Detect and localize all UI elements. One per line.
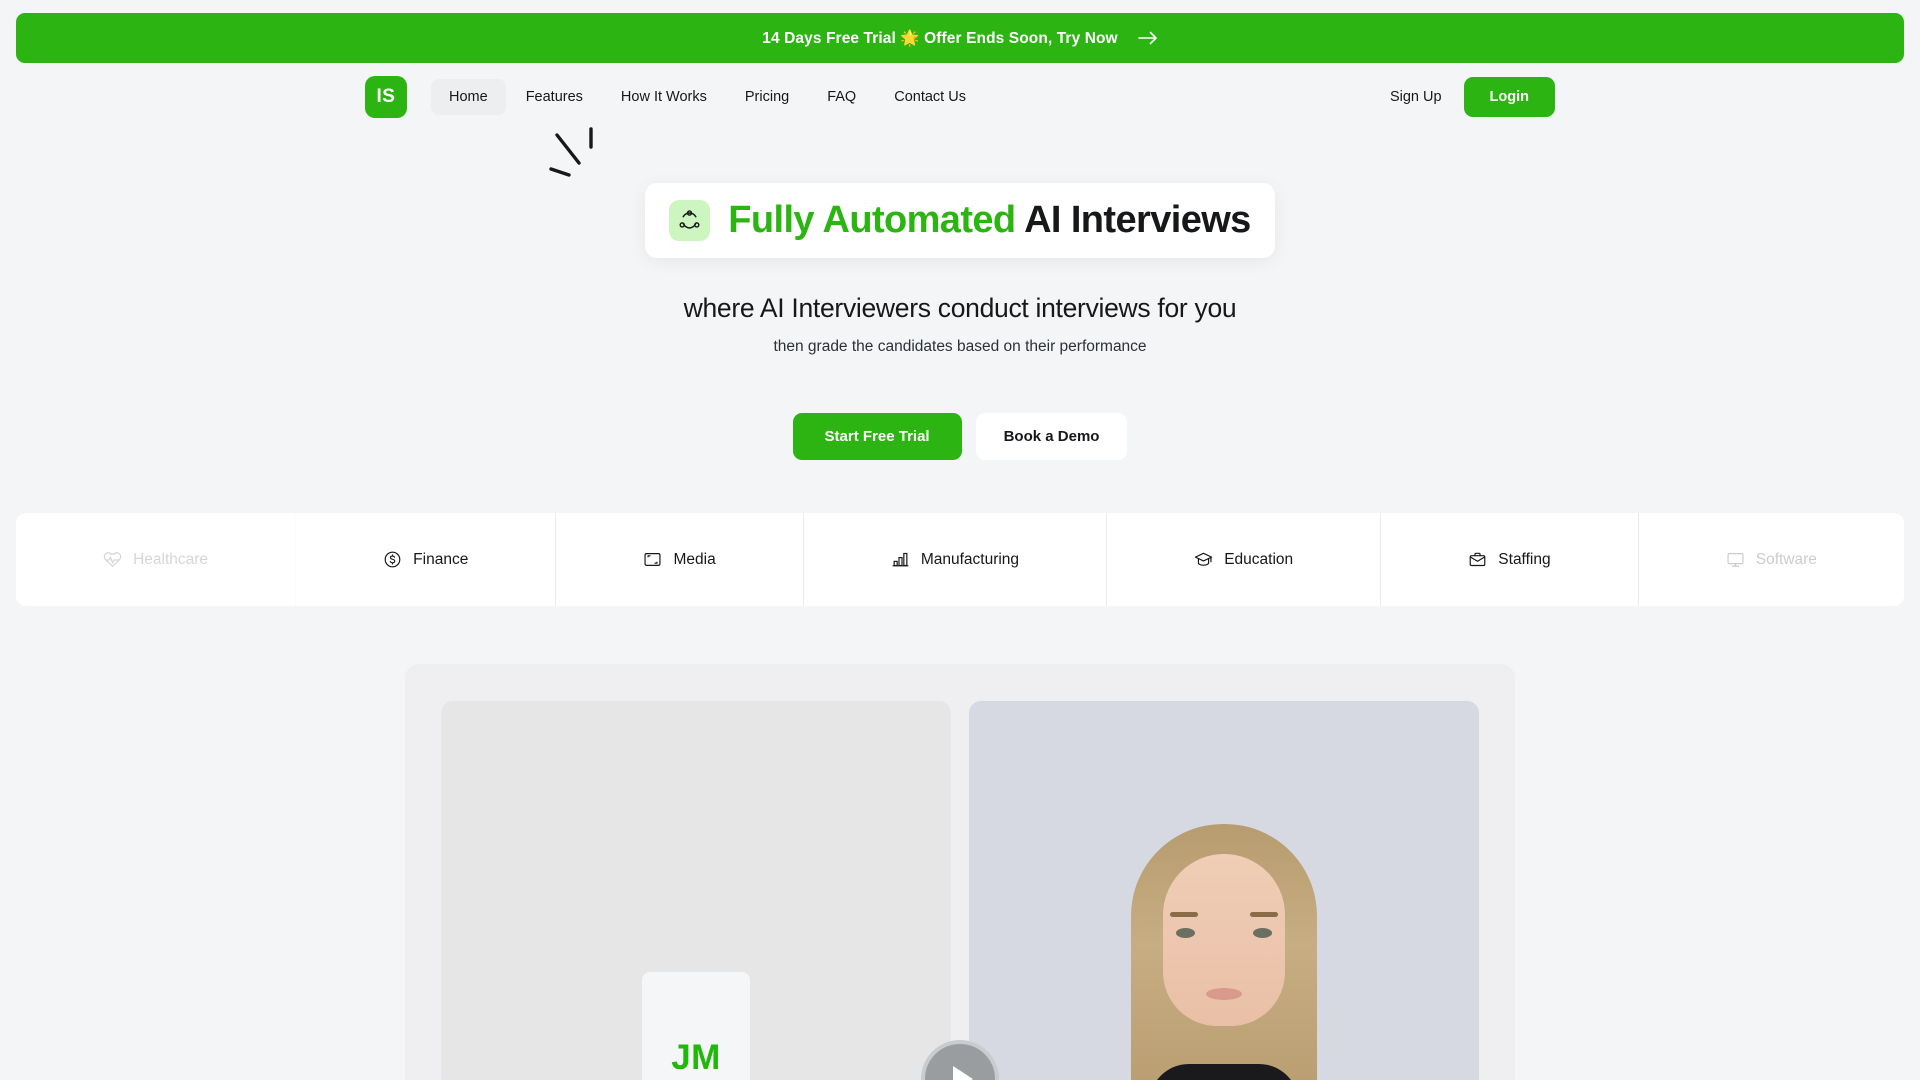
hero-subheading: where AI Interviewers conduct interviews… [683, 293, 1237, 324]
hero-section: Fully Automated AI Interviews where AI I… [0, 127, 1920, 461]
participant-initials: JM [671, 1038, 721, 1078]
promo-banner[interactable]: 14 Days Free Trial 🌟 Offer Ends Soon, Tr… [16, 13, 1904, 63]
briefcase-icon [1468, 550, 1487, 569]
industry-item-media[interactable]: Media [556, 513, 804, 607]
nav-item-contact-us[interactable]: Contact Us [876, 79, 984, 115]
industry-item-healthcare[interactable]: Healthcare [16, 513, 297, 607]
interview-preview-wrapper: JM [0, 664, 1920, 1080]
industry-item-staffing[interactable]: Staffing [1381, 513, 1639, 607]
play-triangle [953, 1066, 973, 1080]
participant-initials-card: JM [642, 972, 750, 1080]
share-nodes-icon [669, 200, 711, 242]
sign-up-link[interactable]: Sign Up [1386, 83, 1446, 111]
hero-headline: Fully Automated AI Interviews [728, 199, 1251, 241]
hero-headline-green: Fully Automated [728, 199, 1016, 241]
avatar-brow-left [1170, 912, 1198, 918]
industry-label: Media [673, 550, 716, 568]
industry-label: Manufacturing [920, 550, 1020, 568]
monitor-icon [1726, 550, 1745, 569]
hero-subheading-small: then grade the candidates based on their… [773, 338, 1147, 356]
avatar-eye-left [1176, 928, 1195, 939]
industry-label: Staffing [1498, 550, 1551, 568]
avatar-face [1163, 854, 1285, 1027]
industry-item-manufacturing[interactable]: Manufacturing [804, 513, 1108, 607]
industry-label: Education [1224, 550, 1294, 568]
hero-headline-dark: AI Interviews [1024, 199, 1251, 241]
avatar-eye-right [1253, 928, 1272, 939]
header-inner: IS Home Features How It Works Pricing FA… [365, 76, 1555, 118]
avatar-mouth [1206, 988, 1242, 1001]
candidate-video-pane [969, 701, 1479, 1080]
login-button[interactable]: Login [1463, 77, 1555, 117]
industry-label: Finance [413, 550, 469, 568]
nav-item-faq[interactable]: FAQ [809, 79, 874, 115]
industry-item-software[interactable]: Software [1639, 513, 1904, 606]
nav-item-how-it-works[interactable]: How It Works [603, 79, 725, 115]
hero-headline-card: Fully Automated AI Interviews [645, 183, 1275, 259]
interviewer-pane: JM [441, 701, 951, 1080]
heart-pulse-icon [103, 550, 122, 569]
candidate-avatar [1104, 824, 1344, 1080]
header-actions: Sign Up Login [1386, 77, 1555, 117]
graduation-cap-icon [1194, 550, 1213, 569]
industry-label: Healthcare [133, 550, 209, 568]
industry-item-education[interactable]: Education [1107, 513, 1382, 607]
logo[interactable]: IS [365, 76, 407, 118]
dollar-circle-icon [383, 550, 402, 569]
industry-label: Software [1755, 550, 1817, 568]
sparkle-decoration-icon [549, 127, 593, 177]
arrow-right-icon[interactable] [1137, 31, 1158, 45]
bar-chart-icon [891, 550, 910, 569]
industry-item-finance[interactable]: Finance [296, 513, 557, 607]
nav-item-home[interactable]: Home [431, 79, 506, 115]
avatar-brow-right [1250, 912, 1278, 918]
main-navigation: Home Features How It Works Pricing FAQ C… [431, 79, 984, 115]
interview-preview-frame: JM [405, 664, 1515, 1080]
site-header: IS Home Features How It Works Pricing FA… [0, 63, 1920, 131]
hero-cta-row: Start Free Trial Book a Demo [792, 413, 1128, 461]
start-free-trial-button[interactable]: Start Free Trial [792, 413, 962, 461]
industry-strip-wrapper: Healthcare Finance Media Manufacturing E… [0, 513, 1920, 607]
media-frame-icon [643, 550, 662, 569]
industry-strip: Healthcare Finance Media Manufacturing E… [16, 513, 1904, 607]
nav-item-pricing[interactable]: Pricing [727, 79, 807, 115]
promo-banner-text: 14 Days Free Trial 🌟 Offer Ends Soon, Tr… [762, 29, 1118, 47]
nav-item-features[interactable]: Features [508, 79, 601, 115]
headline-wrapper: Fully Automated AI Interviews [549, 127, 1275, 259]
book-a-demo-button[interactable]: Book a Demo [975, 413, 1128, 461]
